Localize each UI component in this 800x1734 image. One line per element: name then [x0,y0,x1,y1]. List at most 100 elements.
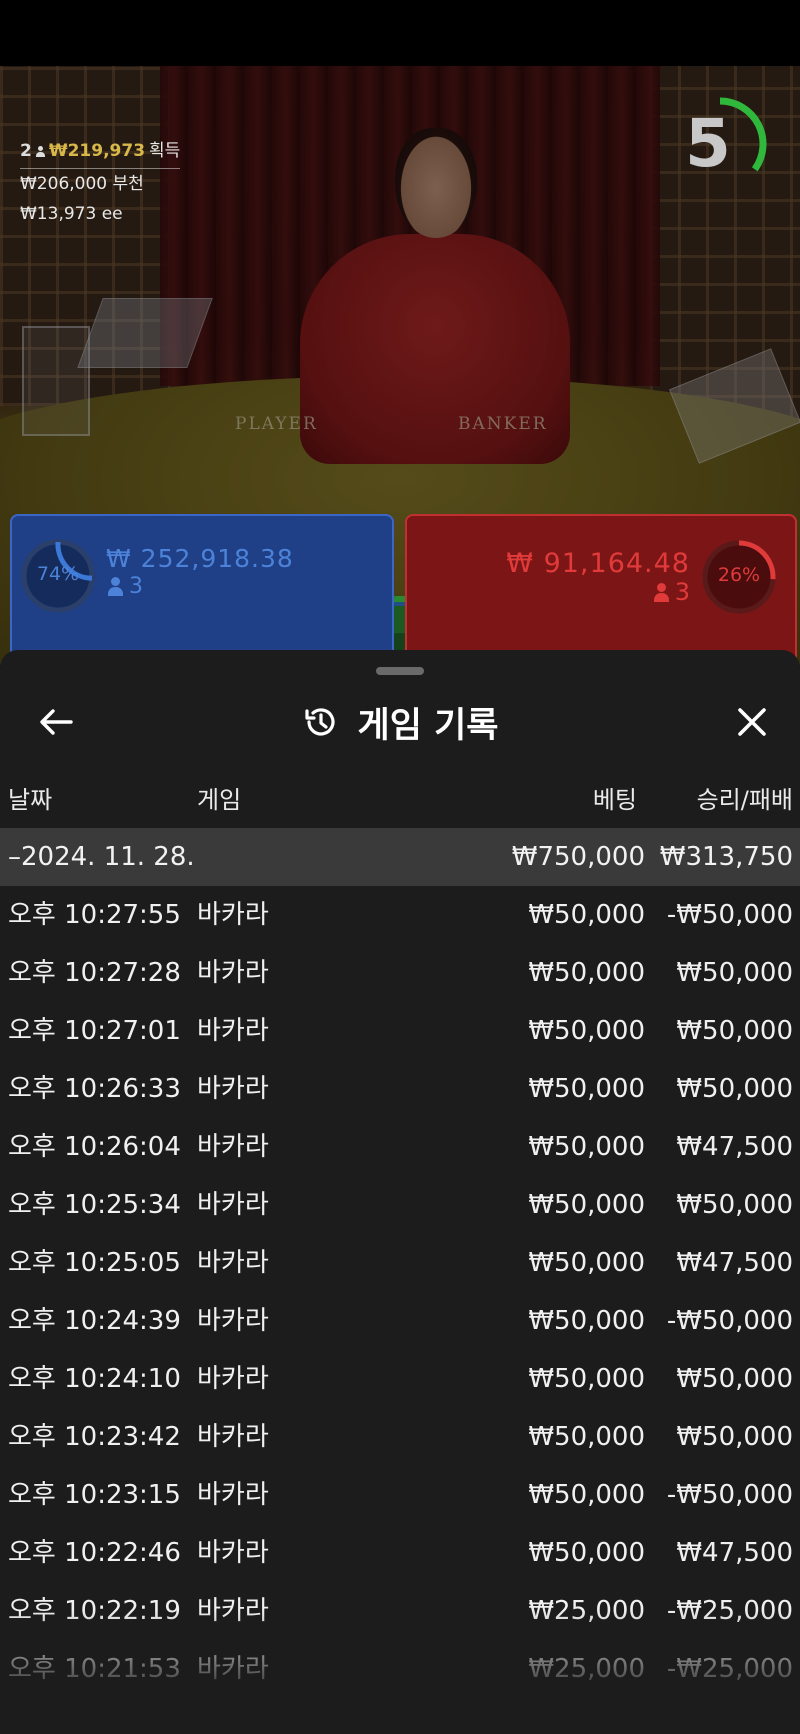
person-icon [35,145,45,157]
column-header-result: 승리/패배 [696,786,793,814]
row-game: 바카라 [197,900,269,930]
row-game: 바카라 [197,1248,269,1278]
row-bet: ₩50,000 [528,1422,645,1452]
row-bet: ₩25,000 [528,1596,645,1626]
row-time: 오후 10:24:39 [8,1306,181,1336]
shortfall-amount: ₩206,000 [20,174,108,194]
gain-label: 획득 [149,141,181,161]
row-time: 오후 10:27:28 [8,958,181,988]
player-percent: 74% [36,563,80,585]
table-row[interactable]: 오후 10:25:05 바카라 ₩50,000 ₩47,500 [0,1234,800,1292]
table-row[interactable]: 오후 10:23:15 바카라 ₩50,000 -₩50,000 [0,1466,800,1524]
row-result: ₩47,500 [676,1538,793,1568]
table-row[interactable]: 오후 10:22:46 바카라 ₩50,000 ₩47,500 [0,1524,800,1582]
column-header-date: 날짜 [8,786,53,814]
sheet-title-group: 게임 기록 [0,686,800,758]
row-result: -₩25,000 [666,1654,793,1684]
row-game: 바카라 [197,1596,269,1626]
row-result: ₩50,000 [676,1422,793,1452]
table-row[interactable]: 오후 10:26:04 바카라 ₩50,000 ₩47,500 [0,1118,800,1176]
row-bet: ₩50,000 [528,1190,645,1220]
date-group-label: –2024. 11. 28. [8,842,195,872]
row-time: 오후 10:23:15 [8,1480,181,1510]
row-time: 오후 10:23:42 [8,1422,181,1452]
session-stats: 2 ₩219,973 획득 ₩206,000 부천 ₩13,973 ee [20,136,181,229]
row-time: 오후 10:27:01 [8,1016,181,1046]
table-row[interactable]: 오후 10:23:42 바카라 ₩50,000 ₩50,000 [0,1408,800,1466]
column-header-bet: 베팅 [592,786,637,814]
table-row[interactable]: 오후 10:25:34 바카라 ₩50,000 ₩50,000 [0,1176,800,1234]
table-row[interactable]: 오후 10:27:01 바카라 ₩50,000 ₩50,000 [0,1002,800,1060]
banker-percent: 26% [717,564,761,586]
row-result: ₩47,500 [676,1132,793,1162]
person-icon [108,577,123,596]
row-game: 바카라 [197,1480,269,1510]
player-count: 2 [20,141,32,161]
row-game: 바카라 [197,1654,269,1684]
gain-row: 2 ₩219,973 획득 [20,136,181,169]
date-group-row[interactable]: –2024. 11. 28. ₩750,000 ₩313,750 [0,828,800,886]
back-button[interactable] [28,696,84,748]
table-row[interactable]: 오후 10:27:55 바카라 ₩50,000 -₩50,000 [0,886,800,944]
table-row[interactable]: 오후 10:24:10 바카라 ₩50,000 ₩50,000 [0,1350,800,1408]
row-bet: ₩50,000 [528,958,645,988]
row-bet: ₩25,000 [528,1654,645,1684]
sheet-title: 게임 기록 [357,705,499,746]
row-game: 바카라 [197,958,269,988]
row-bet: ₩50,000 [528,1364,645,1394]
row-time: 오후 10:27:55 [8,900,181,930]
row-result: ₩50,000 [676,1190,793,1220]
date-group-bet-total: ₩750,000 [511,842,645,872]
history-table: –2024. 11. 28. ₩750,000 ₩313,750 오후 10:2… [0,828,800,1698]
balance-amount: ₩13,973 [20,204,97,224]
sheet-drag-handle[interactable] [376,667,424,675]
close-button[interactable] [724,696,780,748]
row-game: 바카라 [197,1538,269,1568]
banker-bettor-count: 3 [674,578,690,606]
row-result: ₩50,000 [676,958,793,988]
row-game: 바카라 [197,1422,269,1452]
table-row[interactable]: 오후 10:26:33 바카라 ₩50,000 ₩50,000 [0,1060,800,1118]
close-icon [738,708,766,736]
table-row[interactable]: 오후 10:27:28 바카라 ₩50,000 ₩50,000 [0,944,800,1002]
balance-label: ee [101,204,123,224]
row-time: 오후 10:26:33 [8,1074,181,1104]
banker-bet-amount: ₩ 91,164.48 [506,548,690,579]
row-result: -₩50,000 [666,900,793,930]
row-result: ₩50,000 [676,1016,793,1046]
player-bettor-count: 3 [129,574,143,599]
row-bet: ₩50,000 [528,1132,645,1162]
timer-value: 5 [685,105,731,182]
row-time: 오후 10:25:05 [8,1248,181,1278]
row-result: -₩50,000 [666,1480,793,1510]
row-result: -₩50,000 [666,1306,793,1336]
arrow-left-icon [40,709,73,735]
shortfall-label: 부천 [112,174,144,194]
history-rows: 오후 10:27:55 바카라 ₩50,000 -₩50,000 오후 10:27:28… [0,886,800,1698]
row-result: ₩50,000 [676,1364,793,1394]
row-bet: ₩50,000 [528,1306,645,1336]
row-bet: ₩50,000 [528,1248,645,1278]
table-row[interactable]: 오후 10:22:19 바카라 ₩25,000 -₩25,000 [0,1582,800,1640]
row-time: 오후 10:26:04 [8,1132,181,1162]
player-bet-amount: ₩ 252,918.38 [106,544,294,573]
table-row[interactable]: 오후 10:21:53 바카라 ₩25,000 -₩25,000 [0,1640,800,1698]
row-time: 오후 10:22:19 [8,1596,181,1626]
row-bet: ₩50,000 [528,1538,645,1568]
row-time: 오후 10:25:34 [8,1190,181,1220]
shortfall-row: ₩206,000 부천 [20,169,180,199]
gain-amount: ₩219,973 [48,141,146,161]
live-video: PLAYER BANKER 2 ₩219,973 획득 ₩206,000 부천 … [0,66,800,666]
countdown-timer: 5 [670,94,770,194]
row-game: 바카라 [197,1190,269,1220]
row-game: 바카라 [197,1016,269,1046]
row-result: ₩50,000 [676,1074,793,1104]
row-time: 오후 10:24:10 [8,1364,181,1394]
row-game: 바카라 [197,1306,269,1336]
table-row[interactable]: 오후 10:24:39 바카라 ₩50,000 -₩50,000 [0,1292,800,1350]
balance-row: ₩13,973 ee [20,199,180,229]
row-game: 바카라 [197,1074,269,1104]
row-game: 바카라 [197,1132,269,1162]
game-history-sheet: 게임 기록 날짜 게임 베팅 승리/패배 –2024. 11. 28. ₩750… [0,650,800,1734]
sheet-header: 게임 기록 [0,686,800,758]
